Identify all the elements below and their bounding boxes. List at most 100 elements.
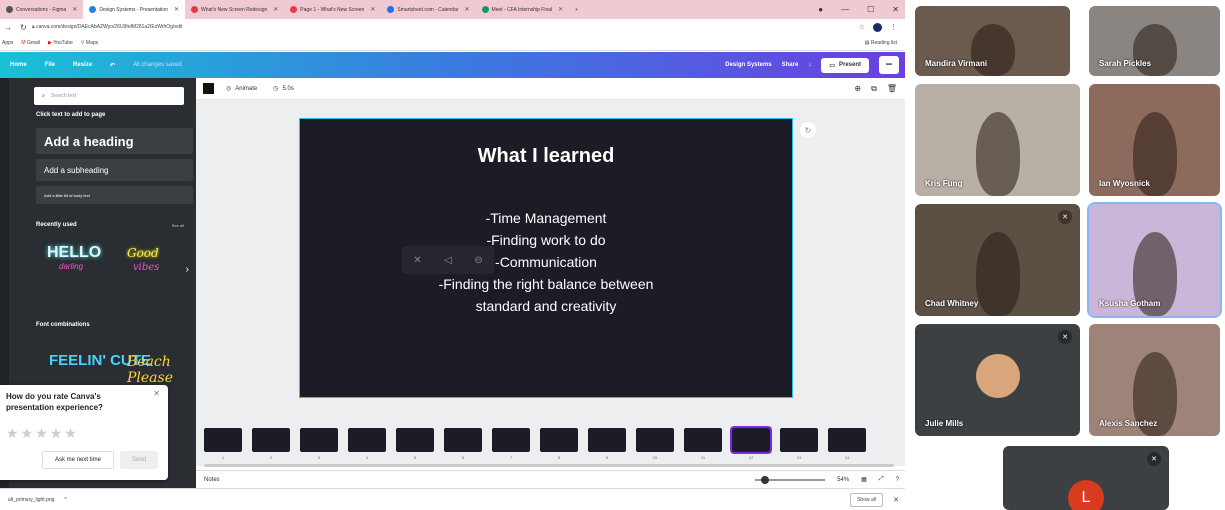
add-body-text-button[interactable]: Add a little bit of body text [36,186,193,204]
animate-button[interactable]: ◎ Animate [226,85,257,93]
delete-icon[interactable]: 🗑︎ [887,84,897,94]
font-sample-good[interactable]: Good [127,247,159,259]
page-thumbnail[interactable] [492,428,530,452]
tab-figma-page1[interactable]: Page 1 - What's New Screen ✕ [284,0,381,19]
zoom-slider-knob[interactable] [761,475,770,484]
send-button[interactable]: Send [120,451,158,469]
file-menu[interactable]: File [45,62,55,68]
slide-title[interactable]: What I learned [300,145,792,168]
more-icon[interactable]: ⊖ [474,255,482,266]
menu-icon[interactable]: ⋮ [890,23,897,31]
page-thumbnail[interactable] [588,428,626,452]
background-color-swatch[interactable] [203,83,214,94]
participant-tile[interactable]: L ✕ [1003,446,1169,510]
participant-tile[interactable]: Ian Wyosnick [1089,84,1220,196]
share-button[interactable]: Share [782,62,799,68]
resize-button[interactable]: Resize [73,62,92,68]
page-thumbnail[interactable] [396,428,434,452]
close-icon[interactable]: ✕ [273,6,278,13]
bookmark-maps[interactable]: ⚲ Maps [81,40,98,46]
page-thumbnail[interactable] [636,428,674,452]
tab-figma-redesign[interactable]: What's New Screen Redesign ✕ [185,0,284,19]
ask-later-button[interactable]: Ask me next time [42,451,114,469]
slide[interactable]: What I learned -Time Management -Finding… [299,118,793,398]
reading-list[interactable]: ▤ Reading list [865,40,897,46]
page-thumbnail[interactable] [204,428,242,452]
search-input[interactable]: ⌕ Search text [34,87,184,105]
participant-tile[interactable]: Mandira Virmani [915,6,1070,76]
refresh-icon[interactable]: ↻ [800,122,816,138]
tab-meet[interactable]: Meet - CFA Internship Final ✕ [476,0,570,19]
page-thumbnail[interactable] [780,428,818,452]
close-icon[interactable]: ✕ [893,496,899,504]
reload-icon[interactable]: ↻ [20,23,27,32]
help-icon[interactable]: ? [896,477,899,483]
forward-icon[interactable]: → [4,23,12,32]
slide-bullet[interactable]: standard and creativity [300,295,792,317]
close-window-icon[interactable]: ✕ [892,5,899,14]
grid-view-icon[interactable]: ▦ [861,476,867,483]
slide-bullet[interactable]: -Finding the right balance between [300,273,792,295]
thumbnail-scrollbar[interactable] [204,464,894,467]
bookmark-apps[interactable]: Apps [2,40,13,46]
participant-tile[interactable]: Alexis Sanchez [1089,324,1220,436]
tab-canva[interactable]: Design Systems - Presentation ✕ [83,0,185,19]
participant-tile[interactable]: Kris Fung [915,84,1080,196]
brand-kit-button[interactable]: Design Systems [725,62,771,68]
duplicate-icon[interactable]: ⧉ [871,84,877,94]
add-subheading-button[interactable]: Add a subheading [36,159,193,181]
close-icon[interactable]: ✕ [153,389,160,398]
chevron-up-icon[interactable]: ^ [64,497,66,503]
present-button[interactable]: ▭ Present [821,57,869,73]
zoom-level[interactable]: 54% [837,477,849,483]
close-icon[interactable]: ✕ [72,6,77,13]
slide-bullet[interactable]: -Communication [300,251,792,273]
page-thumbnail[interactable] [684,428,722,452]
notes-button[interactable]: Notes [204,477,220,483]
close-icon[interactable]: ✕ [174,6,179,13]
show-all-button[interactable]: Show all [850,492,883,507]
pin-icon[interactable]: ✕ [413,255,421,266]
add-heading-button[interactable]: Add a heading [36,128,193,154]
slide-bullet[interactable]: -Time Management [300,207,792,229]
new-tab-button[interactable]: + [569,0,584,19]
tab-smartsheet[interactable]: Smartsheet.com - Calendar ✕ [381,0,475,19]
url-field[interactable]: canva.com/design/DAEcAbAZWyo/26U9hdM281a… [36,24,182,30]
page-thumbnail[interactable] [444,428,482,452]
close-icon[interactable]: ✕ [465,6,470,13]
participant-tile[interactable]: Julie Mills ✕ [915,324,1080,436]
add-page-icon[interactable]: ⊕ [854,84,861,94]
download-icon[interactable]: ↓ [808,62,811,68]
font-sample-vibes[interactable]: vibes [133,262,159,273]
page-thumbnail[interactable] [348,428,386,452]
duration-button[interactable]: ◷ 5.0s [273,85,294,93]
participant-tile[interactable]: Ksusha Gotham [1087,202,1222,318]
close-icon[interactable]: ✕ [370,6,375,13]
mute-icon[interactable]: ◁ [444,255,452,266]
chevron-right-icon[interactable]: › [186,264,189,275]
fullscreen-icon[interactable]: ⤢ [879,476,884,483]
star-icon[interactable]: ☆ [859,23,865,31]
page-thumbnail[interactable] [252,428,290,452]
maximize-icon[interactable]: ☐ [867,5,874,14]
profile-avatar-icon[interactable] [873,22,882,32]
see-all-link[interactable]: See all [172,223,184,228]
participant-tile[interactable]: Sarah Pickles [1089,6,1220,76]
bookmark-gmail[interactable]: M Gmail [21,40,40,46]
home-button[interactable]: Home [10,62,27,68]
font-sample-darling[interactable]: darling [59,262,83,271]
page-thumbnail[interactable] [540,428,578,452]
page-thumbnail[interactable] [828,428,866,452]
minimize-icon[interactable]: — [841,5,849,14]
slide-bullet[interactable]: -Finding work to do [300,229,792,251]
profile-icon[interactable]: ● [818,5,823,14]
close-icon[interactable]: ✕ [558,6,563,13]
participant-tile[interactable]: Chad Whitney ✕ [915,204,1080,316]
undo-icon[interactable]: ↶ [110,62,115,69]
font-sample-hello[interactable]: HELLO [47,245,101,261]
tab-figma[interactable]: Conversations - Figma ✕ [0,0,83,19]
star-rating[interactable]: ★★★★★ [6,425,79,442]
zoom-slider[interactable] [755,475,826,484]
font-sample-beach[interactable]: Beach Please [127,354,196,386]
page-thumbnail[interactable] [730,426,772,454]
